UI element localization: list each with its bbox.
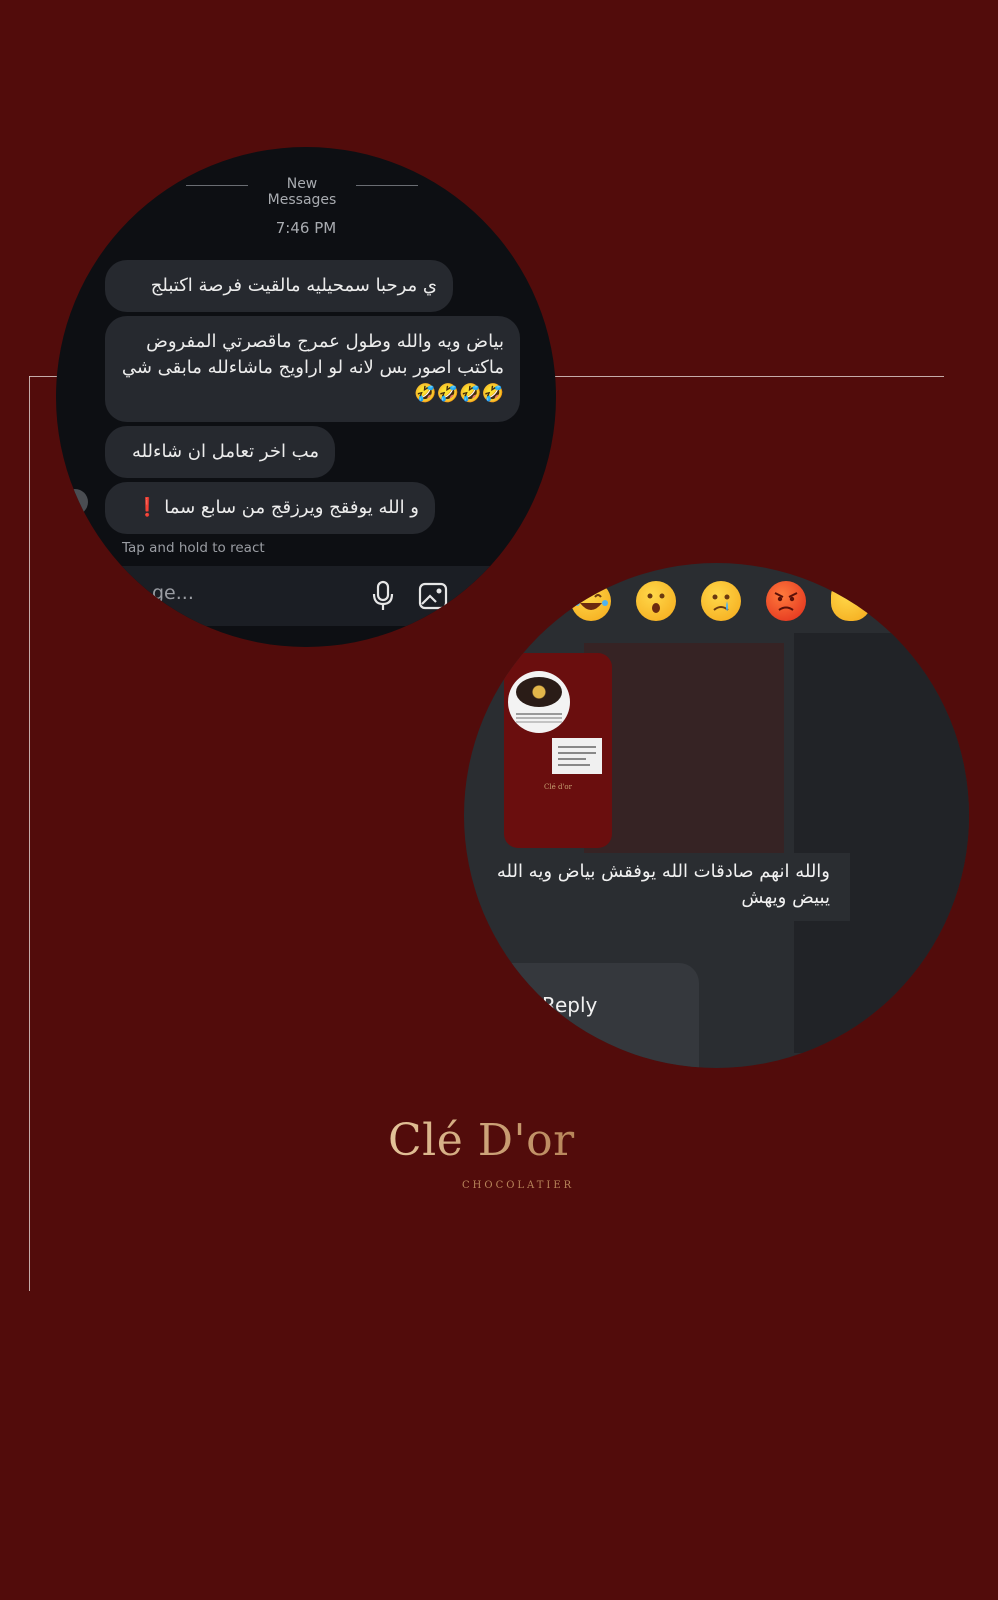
- reaction-bar: [464, 581, 969, 631]
- surprised-emoji-icon[interactable]: [636, 581, 676, 621]
- new-messages-label: New Messages: [267, 176, 337, 208]
- blurred-background: [794, 633, 969, 1053]
- story-preview-card[interactable]: Clé d'or: [504, 653, 612, 848]
- chat-message-text: و الله يوفقج ويرزقج من سابع سما ❗: [136, 497, 419, 518]
- story-reply-message[interactable]: والله انهم صادقات الله يوفقش بياض ويه ال…: [476, 853, 850, 921]
- joy-emoji-icon[interactable]: [571, 581, 611, 621]
- story-reply-text: والله انهم صادقات الله يوفقش بياض ويه ال…: [496, 861, 830, 908]
- reply-button[interactable]: Reply: [542, 993, 597, 1017]
- cake-image: [516, 677, 562, 707]
- new-messages-divider: New Messages: [186, 176, 418, 208]
- chat-message[interactable]: ي مرحبا سمحيليه مالقيت فرصة اكتبلج: [105, 260, 453, 312]
- microphone-icon[interactable]: [370, 580, 396, 612]
- message-timestamp: 7:46 PM: [275, 219, 337, 237]
- chat-message[interactable]: و الله يوفقج ويرزقج من سابع سما ❗: [105, 482, 435, 534]
- story-brand-mini: Clé d'or: [544, 783, 572, 791]
- brand-tagline: CHOCOLATIER: [462, 1180, 575, 1191]
- story-thumbnail: [508, 671, 570, 733]
- angry-emoji-icon[interactable]: [766, 581, 806, 621]
- message-input[interactable]: ge...: [152, 582, 194, 604]
- frame-left-line: [29, 376, 30, 1291]
- reply-arrow-icon: ↩: [504, 995, 521, 1019]
- chat-message-text: مب اخر تعامل ان شاءلله: [131, 441, 319, 462]
- chat-message-text: ي مرحبا سمحيليه مالقيت فرصة اكتبلج: [150, 275, 437, 296]
- brand-name: Clé D'or: [388, 1115, 575, 1166]
- react-hint: Tap and hold to react: [122, 540, 265, 556]
- chat-screenshot-circle: New Messages 7:46 PM ي مرحبا سمحيليه مال…: [56, 147, 556, 647]
- blurred-background: [584, 643, 784, 873]
- story-reply-circle: Clé d'or والله انهم صادقات الله يوفقش بي…: [464, 563, 969, 1068]
- brand-logo: Clé D'or CHOCOLATIER: [388, 1115, 588, 1195]
- sender-avatar[interactable]: [62, 489, 88, 515]
- clap-emoji-icon[interactable]: [831, 581, 871, 621]
- crying-emoji-icon[interactable]: [701, 581, 741, 621]
- gallery-icon[interactable]: [418, 580, 450, 612]
- chat-message-text: بياض ويه والله وطول عمرج ماقصرتي المفروض…: [121, 331, 504, 404]
- chat-message[interactable]: مب اخر تعامل ان شاءلله: [105, 426, 335, 478]
- reply-menu: ↩ Reply: [464, 963, 699, 1068]
- story-mini-screenshot: [552, 738, 602, 774]
- chat-message[interactable]: بياض ويه والله وطول عمرج ماقصرتي المفروض…: [105, 316, 520, 422]
